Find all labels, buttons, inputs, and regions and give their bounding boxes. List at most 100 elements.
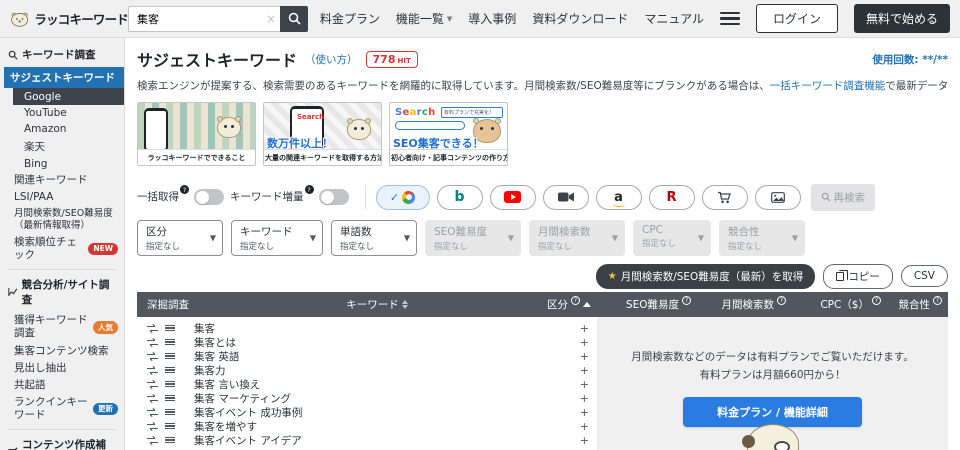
sidebar-item-bing[interactable]: Bing <box>0 156 124 172</box>
heading-list-icon[interactable] <box>165 408 180 416</box>
help-icon[interactable]: ? <box>933 296 942 305</box>
filter-word-count[interactable]: 単語数 指定なし ▼ <box>331 220 417 256</box>
sidebar-section-content-assist: コンテンツ作成補助 <box>0 435 124 450</box>
heading-list-icon[interactable] <box>165 366 180 374</box>
sidebar-item-amazon[interactable]: Amazon <box>0 121 124 137</box>
help-icon[interactable]: ? <box>682 296 691 305</box>
table-actions-row: ★ 月間検索数/SEO難易度（最新）を取得 コピー CSV <box>137 263 948 289</box>
nav-pricing[interactable]: 料金プラン <box>320 10 380 27</box>
table-row: 集客 + <box>137 321 597 335</box>
column-keyword[interactable]: キーワード <box>257 297 497 312</box>
dig-search-icon[interactable] <box>147 407 162 417</box>
sidebar-item-related-keywords[interactable]: 関連キーワード <box>0 172 124 189</box>
banner-what-you-can-do[interactable]: ラッコキーワードでできること <box>137 102 256 166</box>
add-kubun-icon[interactable]: + <box>580 351 589 362</box>
help-icon[interactable]: ? <box>571 296 580 305</box>
bulk-research-link[interactable]: 一括キーワード調査機能 <box>770 80 886 92</box>
dig-search-icon[interactable] <box>147 351 162 361</box>
table-row: 集客とは + <box>137 335 597 349</box>
dig-search-icon[interactable] <box>147 379 162 389</box>
sidebar-item-acquired-keywords[interactable]: 獲得キーワード調査 人気 <box>0 312 124 342</box>
usage-count: 使用回数: **/** <box>872 53 948 66</box>
keyword-search-input[interactable] <box>128 5 280 32</box>
sidebar: キーワード調査 サジェストキーワード Google YouTube Amazon… <box>0 38 125 450</box>
dig-search-icon[interactable] <box>147 323 162 333</box>
filter-kubun[interactable]: 区分 指定なし ▼ <box>137 220 223 256</box>
help-icon[interactable]: ? <box>304 185 314 194</box>
login-button[interactable]: ログイン <box>755 4 838 33</box>
sidebar-item-lsi-paa[interactable]: LSI/PAA <box>0 189 124 206</box>
nav-case-studies[interactable]: 導入事例 <box>468 10 516 27</box>
column-seo-difficulty[interactable]: SEO難易度 ? <box>597 296 697 312</box>
engine-image-button[interactable] <box>754 184 801 210</box>
sidebar-item-traffic-content[interactable]: 集客コンテンツ検索 <box>0 343 124 360</box>
heading-list-icon[interactable] <box>165 338 180 346</box>
signup-button[interactable]: 無料で始める <box>853 4 950 33</box>
main-content: サジェストキーワード （使い方） 778 HIT 使用回数: **/** 検索エン… <box>125 38 960 450</box>
menu-hamburger-icon[interactable] <box>719 11 740 26</box>
bulk-fetch-toggle[interactable] <box>194 189 224 205</box>
column-cpc[interactable]: CPC（$） ? <box>792 296 887 312</box>
dig-search-icon[interactable] <box>147 337 162 347</box>
sidebar-item-rank-check[interactable]: 検索順位チェック NEW <box>0 234 124 264</box>
heading-list-icon[interactable] <box>165 352 180 360</box>
add-kubun-icon[interactable]: + <box>580 323 589 334</box>
column-monthly-volume[interactable]: 月間検索数 ? <box>697 296 792 312</box>
engine-bing-button[interactable]: b <box>436 184 483 210</box>
clear-search-icon[interactable]: × <box>266 13 276 25</box>
copy-button[interactable]: コピー <box>823 263 893 289</box>
sidebar-item-ranked-keywords[interactable]: ランクインキーワード 更新 <box>0 394 124 424</box>
chevron-down-icon: ▼ <box>209 233 216 243</box>
filter-keyword[interactable]: キーワード 指定なし ▼ <box>231 220 323 256</box>
column-competition[interactable]: 競合性 ? <box>887 296 948 312</box>
popular-badge: 人気 <box>93 321 118 334</box>
heading-list-icon[interactable] <box>165 436 180 444</box>
add-kubun-icon[interactable]: + <box>580 365 589 376</box>
column-kubun[interactable]: 区分 ? <box>497 296 597 312</box>
add-kubun-icon[interactable]: + <box>580 379 589 390</box>
add-kubun-icon[interactable]: + <box>580 337 589 348</box>
help-icon[interactable]: ? <box>777 296 786 305</box>
sidebar-item-suggest-keyword[interactable]: サジェストキーワード <box>4 67 124 88</box>
engine-youtube-button[interactable] <box>489 184 536 210</box>
sidebar-item-cooccurrence[interactable]: 共起語 <box>0 377 124 394</box>
heading-list-icon[interactable] <box>165 394 180 402</box>
add-kubun-icon[interactable]: + <box>580 435 589 446</box>
app-logo[interactable]: ラッコキーワード <box>10 9 129 29</box>
heading-list-icon[interactable] <box>165 422 180 430</box>
image-icon <box>770 191 785 203</box>
sidebar-item-heading-extract[interactable]: 見出し抽出 <box>0 360 124 377</box>
nav-manual[interactable]: マニュアル <box>644 10 704 27</box>
engine-video-button[interactable] <box>542 184 589 210</box>
sidebar-item-google[interactable]: Google <box>13 88 124 105</box>
add-kubun-icon[interactable]: + <box>580 421 589 432</box>
engine-amazon-button[interactable]: a <box>595 184 642 210</box>
search-submit-button[interactable] <box>280 5 308 32</box>
pricing-plan-button[interactable]: 料金プラン / 機能詳細 <box>683 396 862 427</box>
nav-features[interactable]: 機能一覧 ▼ <box>396 10 452 27</box>
add-kubun-icon[interactable]: + <box>580 393 589 404</box>
sidebar-item-youtube[interactable]: YouTube <box>0 105 124 121</box>
engine-shopping-button[interactable] <box>701 184 748 210</box>
heading-list-icon[interactable] <box>165 324 180 332</box>
fetch-latest-data-button[interactable]: ★ 月間検索数/SEO難易度（最新）を取得 <box>595 263 816 289</box>
help-icon[interactable]: ? <box>180 185 189 194</box>
dig-search-icon[interactable] <box>147 421 162 431</box>
sidebar-item-rakuten[interactable]: 楽天 <box>0 137 124 156</box>
nav-download[interactable]: 資料ダウンロード <box>532 10 628 27</box>
engine-google-button[interactable]: ✓ <box>375 184 430 210</box>
dig-search-icon[interactable] <box>147 365 162 375</box>
engine-rakuten-button[interactable]: R <box>648 184 695 210</box>
banner-bulk-keywords[interactable]: Search 数万件以上！ 大量の関連キーワードを取得する方法 <box>263 102 382 166</box>
help-icon[interactable]: ? <box>872 296 881 305</box>
sidebar-item-monthly-volume[interactable]: 月間検索数/SEO難易度 （最新情報取得） <box>0 206 124 234</box>
banner-seo-content[interactable]: Search 有料プランで充実化！ SEO集客できる！ 初心者向け・記事コンテン… <box>389 102 508 166</box>
csv-export-button[interactable]: CSV <box>900 265 948 287</box>
add-kubun-icon[interactable]: + <box>580 407 589 418</box>
dig-search-icon[interactable] <box>147 435 162 445</box>
keyword-boost-toggle[interactable] <box>318 189 349 205</box>
heading-list-icon[interactable] <box>165 380 180 388</box>
howto-link[interactable]: （使い方） <box>305 52 358 67</box>
re-search-button[interactable]: 再検索 <box>810 183 875 211</box>
dig-search-icon[interactable] <box>147 393 162 403</box>
